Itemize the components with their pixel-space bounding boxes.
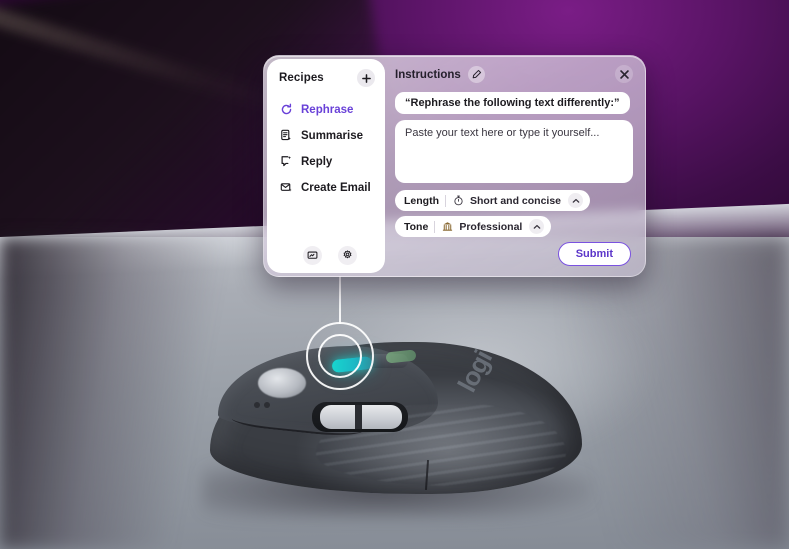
callout-ring-inner [318,334,362,378]
scene-root: logi Recipes Rephrase Summarise Reply Cr… [0,0,789,549]
instructions-pane: Instructions “Rephrase the following tex… [385,56,645,276]
sidebar-header: Recipes [267,69,385,87]
sidebar-footer [267,246,385,265]
ai-recipes-panel: Recipes Rephrase Summarise Reply Create … [263,55,646,277]
recipe-label: Rephrase [301,103,354,116]
settings-button[interactable] [338,246,357,265]
display-settings-button[interactable] [303,246,322,265]
divider [445,194,446,207]
close-icon [619,69,629,79]
recipe-list: Rephrase Summarise Reply Create Email [267,98,385,199]
close-panel-button[interactable] [615,65,633,83]
page-title: Instructions [395,68,461,81]
submit-row: Submit [395,242,633,266]
mouse-indicator-dot [254,402,260,408]
sidebar-title: Recipes [279,72,324,84]
recipe-label: Create Email [301,181,371,194]
edit-instructions-button[interactable] [467,66,485,83]
tone-option-row: Tone Professional [395,216,633,237]
length-label: Length [404,194,439,207]
document-sparkle-icon [279,128,294,143]
add-recipe-button[interactable] [357,69,375,87]
display-icon [307,251,318,259]
pencil-icon [472,69,481,79]
recipe-item-create-email[interactable]: Create Email [273,176,379,199]
chevron-up-icon[interactable] [568,193,584,208]
length-dropdown[interactable]: Length Short and concise [395,190,591,211]
tone-value: Professional [459,220,523,233]
recipes-sidebar: Recipes Rephrase Summarise Reply Create … [267,59,385,273]
stopwatch-icon [452,195,464,207]
mouse-scroll-notch [355,405,362,429]
length-value: Short and concise [470,194,562,207]
briefcase-building-icon [441,221,453,233]
submit-button[interactable]: Submit [557,242,631,266]
chat-bubble-sparkle-icon [279,154,294,169]
instructions-header: Instructions [395,66,633,83]
tone-label: Tone [404,220,429,233]
recipe-item-reply[interactable]: Reply [273,150,379,173]
gear-icon [343,250,352,259]
callout-leader-line [339,276,341,324]
recipe-label: Reply [301,155,333,168]
recipe-label: Summarise [301,129,364,142]
user-text-input[interactable] [395,120,633,183]
recipe-item-summarise[interactable]: Summarise [273,124,379,147]
prompt-text: “Rephrase the following text differently… [395,92,630,114]
envelope-sparkle-icon [279,180,294,195]
divider [434,220,436,233]
mouse-indicator-dot-2 [264,402,270,408]
plus-icon [361,73,371,83]
tone-dropdown[interactable]: Tone Professional [395,216,552,237]
length-option-row: Length Short and concise [395,190,633,211]
mouse-thumb-highlight [258,368,306,398]
rotate-arrow-icon [279,102,294,117]
computer-mouse: logi [196,336,596,521]
recipe-item-rephrase[interactable]: Rephrase [273,98,379,121]
chevron-up-icon[interactable] [529,219,545,234]
